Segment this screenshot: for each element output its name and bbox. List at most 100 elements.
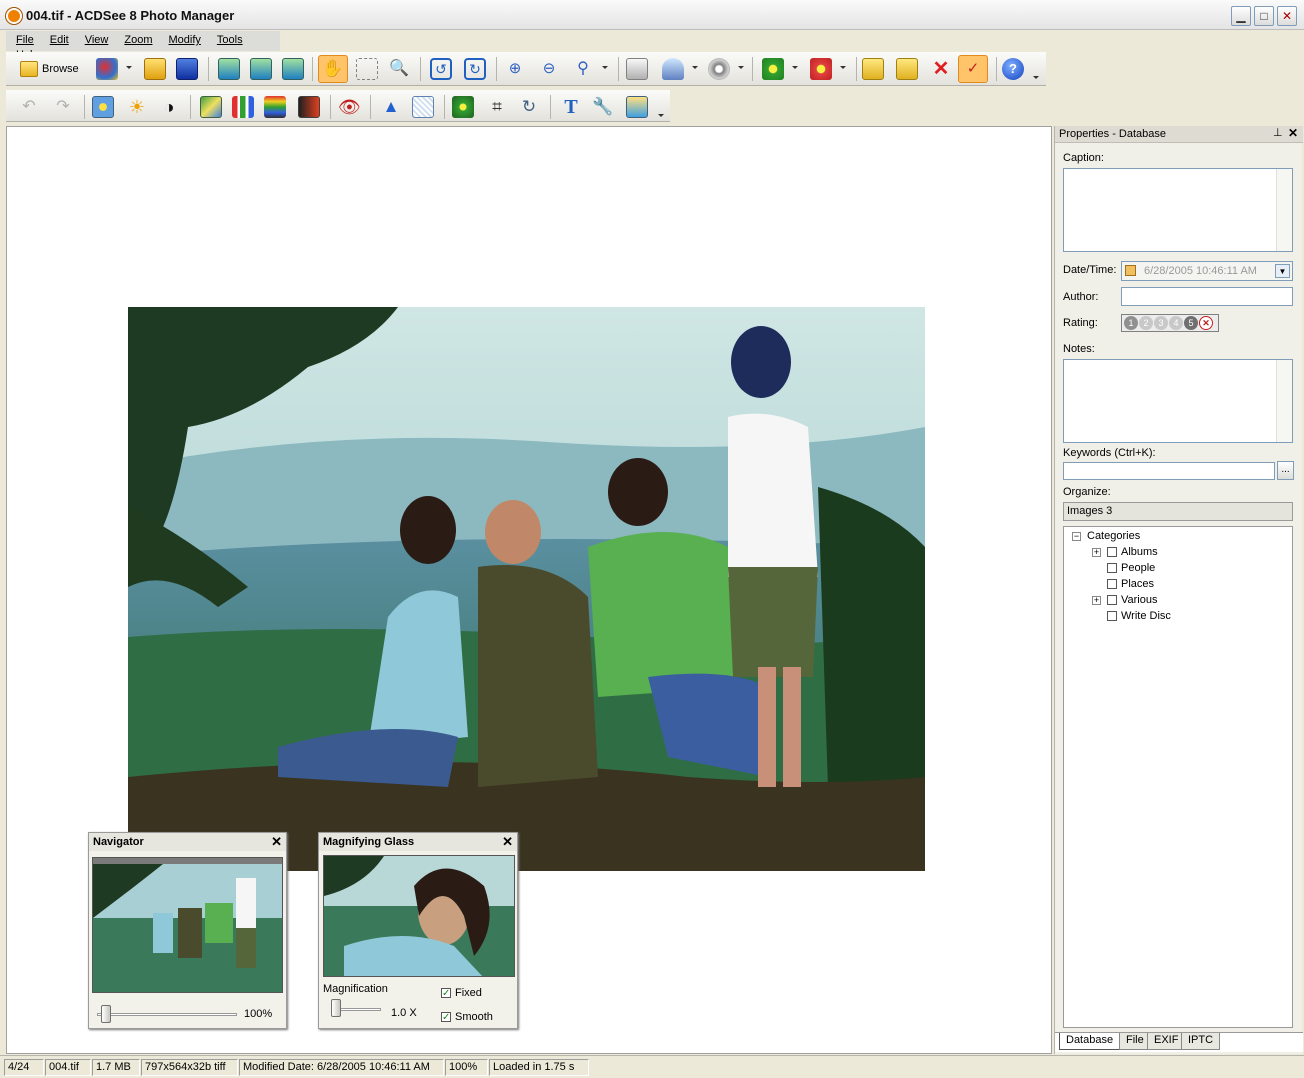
expand-icon[interactable]: + bbox=[1092, 547, 1101, 557]
caption-scrollbar[interactable] bbox=[1276, 169, 1292, 251]
places-checkbox[interactable] bbox=[1107, 579, 1117, 589]
rotate-left-icon[interactable]: ↺ bbox=[430, 58, 452, 80]
levels-icon[interactable] bbox=[200, 96, 222, 118]
write-disc-checkbox[interactable] bbox=[1107, 611, 1117, 621]
expand-icon[interactable]: + bbox=[1092, 595, 1101, 605]
zoom-tool-icon[interactable]: 🔍 bbox=[388, 58, 410, 80]
datetime-checkbox-icon[interactable] bbox=[1125, 265, 1136, 276]
caption-field[interactable] bbox=[1063, 168, 1293, 252]
red-eye-icon[interactable]: 👁 bbox=[338, 96, 361, 118]
clear-rating-icon[interactable]: ✕ bbox=[1199, 316, 1213, 330]
copy-to-folder-icon[interactable] bbox=[862, 58, 884, 80]
magnifier-close-icon[interactable]: ✕ bbox=[502, 834, 513, 850]
tools-wrench-icon[interactable]: 🔧 bbox=[592, 96, 614, 118]
select-tool-icon[interactable] bbox=[356, 58, 378, 80]
various-checkbox[interactable] bbox=[1107, 595, 1117, 605]
tab-exif[interactable]: EXIF bbox=[1147, 1033, 1186, 1050]
category-people[interactable]: People bbox=[1107, 562, 1155, 574]
magnification-slider[interactable] bbox=[331, 999, 341, 1017]
navigator-zoom-track[interactable] bbox=[97, 1013, 237, 1016]
photo-image[interactable] bbox=[128, 307, 925, 871]
audio-icon[interactable] bbox=[708, 58, 730, 80]
tab-database[interactable]: Database bbox=[1059, 1033, 1121, 1050]
navigator-thumbnail[interactable] bbox=[92, 857, 283, 993]
close-button[interactable]: ✕ bbox=[1277, 6, 1297, 26]
category-various[interactable]: + Various bbox=[1092, 594, 1157, 606]
contrast-icon[interactable]: ◑ bbox=[158, 96, 180, 118]
menu-file[interactable]: File bbox=[6, 31, 40, 46]
redo-icon[interactable]: ↷ bbox=[52, 96, 74, 118]
people-checkbox[interactable] bbox=[1107, 563, 1117, 573]
open-folder-icon[interactable] bbox=[144, 58, 166, 80]
sharpen-icon[interactable]: ▲ bbox=[380, 96, 402, 118]
rotate-flip-icon[interactable]: ↻ bbox=[518, 96, 540, 118]
next-image-icon[interactable] bbox=[250, 58, 272, 80]
rating-5[interactable]: 5 bbox=[1184, 316, 1198, 330]
navigator-zoom-slider[interactable] bbox=[101, 1005, 111, 1023]
hand-tool-icon[interactable]: ✋ bbox=[318, 55, 348, 83]
keywords-browse-button[interactable]: ... bbox=[1277, 461, 1294, 480]
color-balance-icon[interactable] bbox=[232, 96, 254, 118]
maximize-button[interactable]: □ bbox=[1254, 6, 1274, 26]
print-icon[interactable] bbox=[626, 58, 648, 80]
browse-button[interactable]: Browse bbox=[20, 59, 79, 79]
tab-file[interactable]: File bbox=[1119, 1033, 1151, 1050]
auto-advance-icon[interactable] bbox=[282, 58, 304, 80]
rating-4[interactable]: 4 bbox=[1169, 316, 1183, 330]
delete-icon[interactable]: ✕ bbox=[930, 58, 952, 80]
grayscale-icon[interactable] bbox=[298, 96, 320, 118]
zoom-in-icon[interactable]: ⊕ bbox=[504, 58, 526, 80]
menu-view[interactable]: View bbox=[75, 31, 115, 46]
keywords-field[interactable] bbox=[1063, 462, 1275, 480]
rating-3[interactable]: 3 bbox=[1154, 316, 1168, 330]
pin-icon[interactable]: ⊥ bbox=[1273, 126, 1283, 139]
previous-image-icon[interactable] bbox=[218, 58, 240, 80]
set-wallpaper-icon[interactable] bbox=[762, 58, 784, 80]
photo-fix-icon[interactable] bbox=[626, 96, 648, 118]
properties-toggle-icon[interactable]: ✓ bbox=[958, 55, 988, 83]
notes-scrollbar[interactable] bbox=[1276, 360, 1292, 442]
zoom-out-icon[interactable]: ⊖ bbox=[538, 58, 560, 80]
menu-zoom[interactable]: Zoom bbox=[114, 31, 158, 46]
menu-tools[interactable]: Tools bbox=[207, 31, 249, 46]
magnifier-preview bbox=[323, 855, 515, 977]
effects-icon[interactable] bbox=[452, 96, 474, 118]
category-write-disc[interactable]: Write Disc bbox=[1107, 610, 1171, 622]
albums-checkbox[interactable] bbox=[1107, 547, 1117, 557]
datetime-value: 6/28/2005 10:46:11 AM bbox=[1144, 265, 1257, 277]
smooth-checkbox[interactable]: ✓ Smooth bbox=[441, 1011, 493, 1023]
collapse-icon[interactable]: − bbox=[1072, 531, 1081, 541]
properties-close-icon[interactable]: ✕ bbox=[1288, 126, 1298, 140]
auto-exposure-icon[interactable] bbox=[92, 96, 114, 118]
save-icon[interactable] bbox=[176, 58, 198, 80]
help-icon[interactable]: ? bbox=[1002, 58, 1024, 80]
noise-icon[interactable] bbox=[412, 96, 434, 118]
text-tool-icon[interactable]: T bbox=[560, 96, 582, 118]
menu-modify[interactable]: Modify bbox=[158, 31, 206, 46]
move-to-folder-icon[interactable] bbox=[896, 58, 918, 80]
wallpaper-tiled-icon[interactable] bbox=[810, 58, 832, 80]
rotate-right-icon[interactable]: ↻ bbox=[464, 58, 486, 80]
brightness-icon[interactable]: ☀ bbox=[126, 96, 148, 118]
email-icon[interactable] bbox=[662, 58, 684, 80]
fixed-checkbox[interactable]: ✓ Fixed bbox=[441, 987, 482, 999]
color-icon[interactable] bbox=[264, 96, 286, 118]
category-places[interactable]: Places bbox=[1107, 578, 1154, 590]
datetime-field[interactable]: 6/28/2005 10:46:11 AM ▼ bbox=[1121, 261, 1293, 281]
rating-control[interactable]: 1 2 3 4 5 ✕ bbox=[1121, 314, 1219, 332]
category-albums[interactable]: + Albums bbox=[1092, 546, 1158, 558]
rating-1[interactable]: 1 bbox=[1124, 316, 1138, 330]
rating-2[interactable]: 2 bbox=[1139, 316, 1153, 330]
navigator-close-icon[interactable]: ✕ bbox=[271, 834, 282, 850]
menu-edit[interactable]: Edit bbox=[40, 31, 75, 46]
editor-icon[interactable] bbox=[96, 58, 118, 80]
undo-icon[interactable]: ↶ bbox=[18, 96, 40, 118]
tab-iptc[interactable]: IPTC bbox=[1181, 1033, 1221, 1050]
datetime-dropdown-icon[interactable]: ▼ bbox=[1275, 264, 1290, 278]
zoom-mode-icon[interactable]: ⚲ bbox=[572, 58, 594, 80]
minimize-button[interactable]: ▁ bbox=[1231, 6, 1251, 26]
crop-icon[interactable]: ⌗ bbox=[486, 96, 508, 118]
notes-field[interactable] bbox=[1063, 359, 1293, 443]
author-field[interactable] bbox=[1121, 287, 1293, 306]
categories-root[interactable]: − Categories bbox=[1072, 530, 1140, 542]
